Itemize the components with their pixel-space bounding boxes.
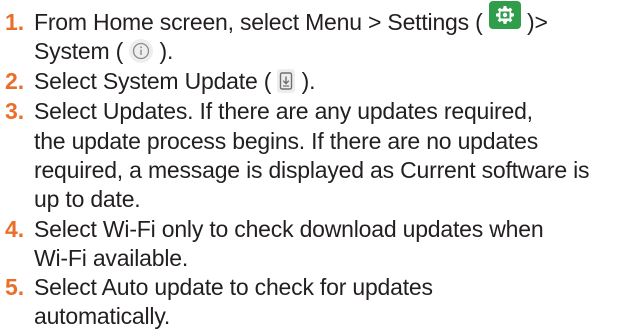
step-line: required, a message is displayed as Curr… bbox=[34, 157, 590, 183]
instruction-steps: 1. From Home screen, select Menu > Setti… bbox=[0, 0, 642, 329]
step-number: 4. bbox=[5, 216, 25, 242]
step-number: 3. bbox=[5, 98, 25, 124]
step-line: Select Updates. If there are any updates… bbox=[34, 98, 533, 124]
system-update-icon bbox=[277, 68, 296, 93]
step-text: From Home screen, select Menu > Settings… bbox=[34, 9, 483, 35]
info-icon bbox=[129, 38, 154, 63]
step-line: Select System Update ( ). bbox=[34, 67, 315, 95]
step-text: ). bbox=[301, 68, 316, 94]
step-number: 1. bbox=[5, 9, 25, 35]
step-line: automatically. bbox=[34, 303, 171, 329]
step-number: 5. bbox=[5, 274, 25, 300]
settings-gear-icon bbox=[488, 0, 521, 29]
step-line: up to date. bbox=[34, 186, 141, 212]
step-line: Select Wi-Fi only to check download upda… bbox=[34, 216, 544, 242]
step-number: 2. bbox=[5, 68, 25, 94]
step-line: System ( ). bbox=[34, 37, 173, 65]
step-text: ). bbox=[159, 38, 174, 64]
step-text: System ( bbox=[34, 38, 124, 64]
step-line: From Home screen, select Menu > Settings… bbox=[34, 0, 548, 38]
step-line: the update process begins. If there are … bbox=[34, 128, 539, 154]
step-text: Select System Update ( bbox=[34, 68, 272, 94]
step-line: Select Auto update to check for updates bbox=[34, 274, 433, 300]
step-text: )> bbox=[527, 9, 548, 35]
step-line: Wi-Fi available. bbox=[34, 245, 189, 271]
